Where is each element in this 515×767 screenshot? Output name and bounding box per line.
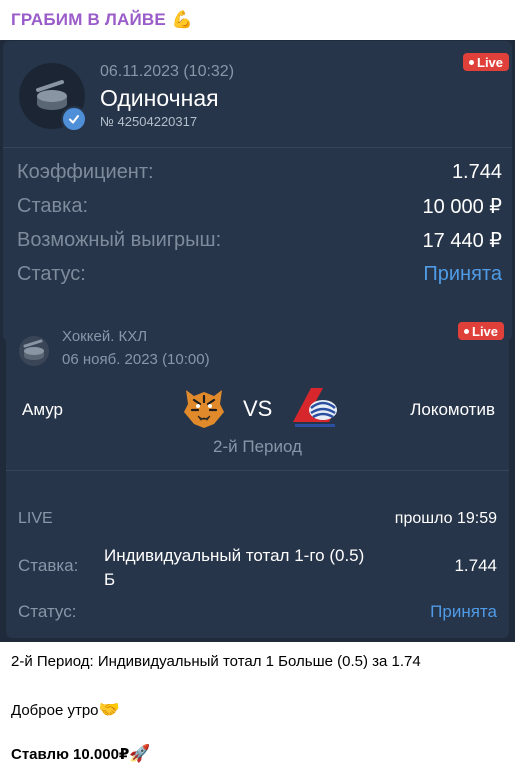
bet-summary-card: 06.11.2023 (10:32) Одиночная № 425042203… — [3, 41, 512, 341]
message-line: Ставлю 10.000₽🚀 — [11, 744, 151, 764]
live-badge: Live — [458, 322, 505, 340]
row-value: 10 000 ₽ — [422, 195, 502, 218]
elapsed-time: прошло 19:59 — [394, 510, 497, 527]
event-date: 06 нояб. 2023 (10:00) — [62, 351, 210, 368]
status-row: Статус: Принята — [17, 261, 502, 287]
bet-date: 06.11.2023 (10:32) — [100, 63, 235, 80]
bet-number: № 42504220317 — [100, 114, 198, 129]
stake-row: Ставка: 10 000 ₽ — [17, 193, 502, 219]
coefficient-row: Коэффициент: 1.744 — [17, 159, 502, 185]
live-badge: Live — [463, 53, 510, 71]
channel-title[interactable]: ГРАБИМ В ЛАЙВЕ 💪 — [11, 8, 193, 32]
possible-win-row: Возможный выигрыш: 17 440 ₽ — [17, 227, 502, 253]
message-line: Доброе утро🤝 — [11, 700, 120, 720]
live-badge-label: Live — [472, 323, 499, 339]
divider — [6, 470, 509, 471]
stake-description: Индивидуальный тотал 1-го (0.5) Б — [104, 546, 365, 589]
bet-type: Одиночная — [100, 85, 219, 111]
period-label: 2-й Период — [213, 437, 302, 456]
message-text: Доброе утро — [11, 702, 99, 719]
away-team-name: Локомотив — [410, 400, 495, 419]
row-label: Статус: — [17, 262, 86, 285]
row-value: 17 440 ₽ — [422, 229, 502, 252]
row-value: 1.744 — [451, 160, 502, 183]
message-text: Ставлю 10.000₽ — [11, 746, 130, 763]
status-value: Принята — [430, 602, 497, 621]
verified-check-icon — [61, 106, 87, 132]
status-label: Статус: — [18, 602, 77, 621]
live-label: LIVE — [18, 510, 53, 527]
stake-label: Ставка: — [18, 556, 79, 575]
handshake-icon: 🤝 — [98, 700, 120, 720]
message-line: 2-й Период: Индивидуальный тотал 1 Больш… — [11, 653, 421, 670]
row-label: Коэффициент: — [17, 160, 154, 183]
rocket-icon: 🚀 — [129, 744, 151, 764]
league-name: Хоккей. КХЛ — [62, 328, 148, 345]
channel-title-text: ГРАБИМ В ЛАЙВЕ — [11, 10, 166, 29]
stake-odds: 1.744 — [454, 556, 497, 575]
event-card: Хоккей. КХЛ 06 нояб. 2023 (10:00) Live А… — [6, 316, 509, 638]
divider — [3, 147, 512, 148]
lokomotiv-logo-icon — [293, 388, 337, 427]
amur-tiger-logo-icon — [184, 390, 224, 428]
live-dot-icon — [464, 328, 469, 334]
live-dot-icon — [469, 59, 474, 65]
versus-label: VS — [243, 396, 273, 421]
live-badge-label: Live — [477, 54, 504, 70]
flexed-biceps-icon: 💪 — [171, 10, 194, 30]
row-label: Ставка: — [17, 194, 88, 217]
hockey-puck-icon — [19, 336, 49, 366]
bet-coupon-image[interactable]: 06.11.2023 (10:32) Одиночная № 425042203… — [0, 40, 515, 642]
status-value: Принята — [423, 262, 502, 285]
home-team-name: Амур — [22, 400, 63, 419]
row-label: Возможный выигрыш: — [17, 228, 222, 251]
